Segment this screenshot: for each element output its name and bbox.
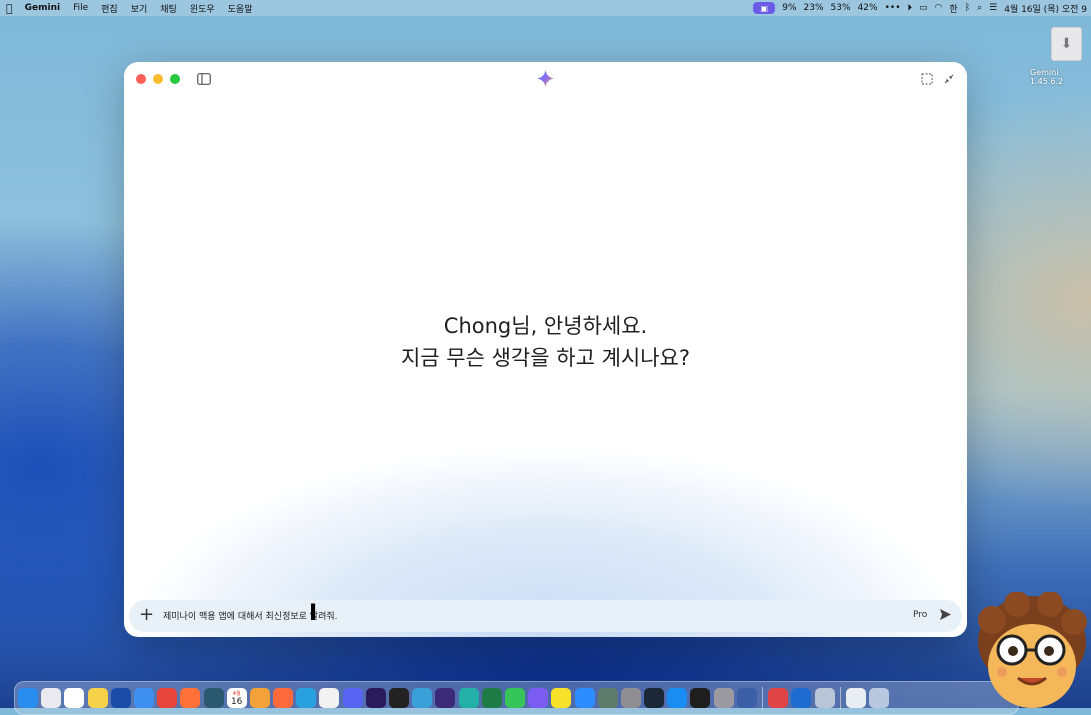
app-store-icon[interactable] <box>667 688 688 708</box>
outlook-icon[interactable] <box>791 688 812 708</box>
battery-icon[interactable]: ▭ <box>919 3 928 13</box>
document-icon[interactable] <box>845 688 866 708</box>
chrome-icon[interactable] <box>157 688 178 708</box>
apple-menu-icon[interactable]:  <box>6 2 13 15</box>
clock[interactable]: 4월 16일 (목) 오전 9 <box>1004 2 1087 15</box>
safari-icon[interactable] <box>133 688 154 708</box>
premiere-icon[interactable] <box>365 688 386 708</box>
screen-record-icon[interactable]: ▣ <box>753 2 776 14</box>
openai-icon[interactable] <box>319 688 340 708</box>
more-icon[interactable]: ••• <box>885 3 901 13</box>
search-icon[interactable]: ⌕ <box>977 3 982 13</box>
finder-icon[interactable] <box>18 688 38 708</box>
menu-chat[interactable]: 채팅 <box>160 2 177 15</box>
close-icon[interactable] <box>136 74 146 84</box>
greeting-line-1: Chong님, 안녕하세요. <box>443 314 648 338</box>
model-selector[interactable]: Pro <box>913 610 927 620</box>
bluetooth-icon[interactable]: ᛒ <box>965 3 970 13</box>
obsidian-icon[interactable] <box>435 688 456 708</box>
menu-view[interactable]: 보기 <box>131 2 148 15</box>
settings-icon[interactable] <box>620 688 641 708</box>
gemini-window: Chong님, 안녕하세요. 지금 무슨 생각을 하고 계시나요? + 제미나이… <box>124 62 967 637</box>
menu-edit[interactable]: 편집 <box>101 2 118 15</box>
menu-help[interactable]: 도움말 <box>228 2 253 15</box>
launchpad-icon[interactable] <box>41 688 62 708</box>
avatar-character <box>978 592 1087 708</box>
dock-separator <box>762 687 763 709</box>
telegram-icon[interactable] <box>296 688 317 708</box>
character-icon[interactable] <box>597 688 618 708</box>
dock: 4월 16 <box>14 681 1019 715</box>
cpu-status[interactable]: 9% <box>782 3 796 13</box>
clova-icon[interactable] <box>458 688 479 708</box>
gemini-logo-icon <box>537 70 554 87</box>
folder-icon[interactable] <box>869 688 890 708</box>
calendar-icon[interactable]: 4월 16 <box>226 688 247 708</box>
gemini-dock-icon[interactable] <box>814 688 835 708</box>
menu-file[interactable]: File <box>73 3 88 13</box>
firefox-icon[interactable] <box>180 688 201 708</box>
menu-app-name[interactable]: Gemini <box>25 3 60 13</box>
collapse-icon[interactable] <box>943 73 955 85</box>
arc-browser-icon[interactable] <box>203 688 224 708</box>
greeting: Chong님, 안녕하세요. 지금 무슨 생각을 하고 계시나요? <box>124 310 967 374</box>
greeting-line-2: 지금 무슨 생각을 하고 계시나요? <box>400 346 690 370</box>
sidebar-toggle-icon[interactable] <box>197 73 211 85</box>
discord-icon[interactable] <box>342 688 363 708</box>
traffic-lights <box>136 74 180 84</box>
prompt-input-bar[interactable]: + 제미나이 맥용 앱에 대해서 최신정보로 알려줘. I Pro <box>129 600 962 632</box>
input-source-icon[interactable]: 한 <box>949 2 957 15</box>
vectorizer-icon[interactable] <box>412 688 433 708</box>
screenshot-icon[interactable] <box>921 73 933 85</box>
send-icon[interactable] <box>939 608 952 621</box>
calendar-day: 16 <box>230 697 243 707</box>
menu-window[interactable]: 윈도우 <box>190 2 215 15</box>
system-prefs-icon[interactable] <box>713 688 734 708</box>
creative-cloud-icon[interactable] <box>768 688 789 708</box>
cursor-app-icon[interactable] <box>110 688 131 708</box>
memory-status[interactable]: 23% <box>804 3 824 13</box>
notes-icon[interactable] <box>87 688 108 708</box>
desktop-file-icon[interactable]: ⬇ <box>1051 27 1082 61</box>
wifi-icon[interactable]: ◠ <box>935 3 943 13</box>
final-cut-icon[interactable] <box>389 688 409 708</box>
steam-icon[interactable] <box>644 688 665 708</box>
disk-status[interactable]: 53% <box>831 3 851 13</box>
messages-icon[interactable] <box>504 688 525 708</box>
desktop-file-label: Gemini 1.45.6.2 <box>1030 68 1064 86</box>
messenger-icon[interactable] <box>528 688 549 708</box>
media-play-icon[interactable]: ⏵ <box>908 3 913 13</box>
photos-icon[interactable] <box>249 688 270 708</box>
add-attachment-icon[interactable]: + <box>139 606 154 624</box>
dock-separator <box>839 687 841 709</box>
minimize-icon[interactable] <box>153 74 163 84</box>
terminal-icon[interactable] <box>690 688 711 708</box>
excel-icon[interactable] <box>481 688 502 708</box>
perplexity-icon[interactable] <box>273 688 294 708</box>
simulator-icon[interactable] <box>736 688 757 708</box>
control-center-icon[interactable]: ☰ <box>989 3 997 13</box>
text-cursor-icon: I <box>309 601 318 626</box>
battery-percent[interactable]: 42% <box>858 3 878 13</box>
kakaotalk-icon[interactable] <box>551 688 572 708</box>
menu-bar:  Gemini File 편집 보기 채팅 윈도우 도움말 ▣ 9% 23% … <box>0 0 1091 16</box>
zoom-icon[interactable] <box>574 688 595 708</box>
zoom-icon[interactable] <box>170 74 180 84</box>
reminders-icon[interactable] <box>64 688 85 708</box>
